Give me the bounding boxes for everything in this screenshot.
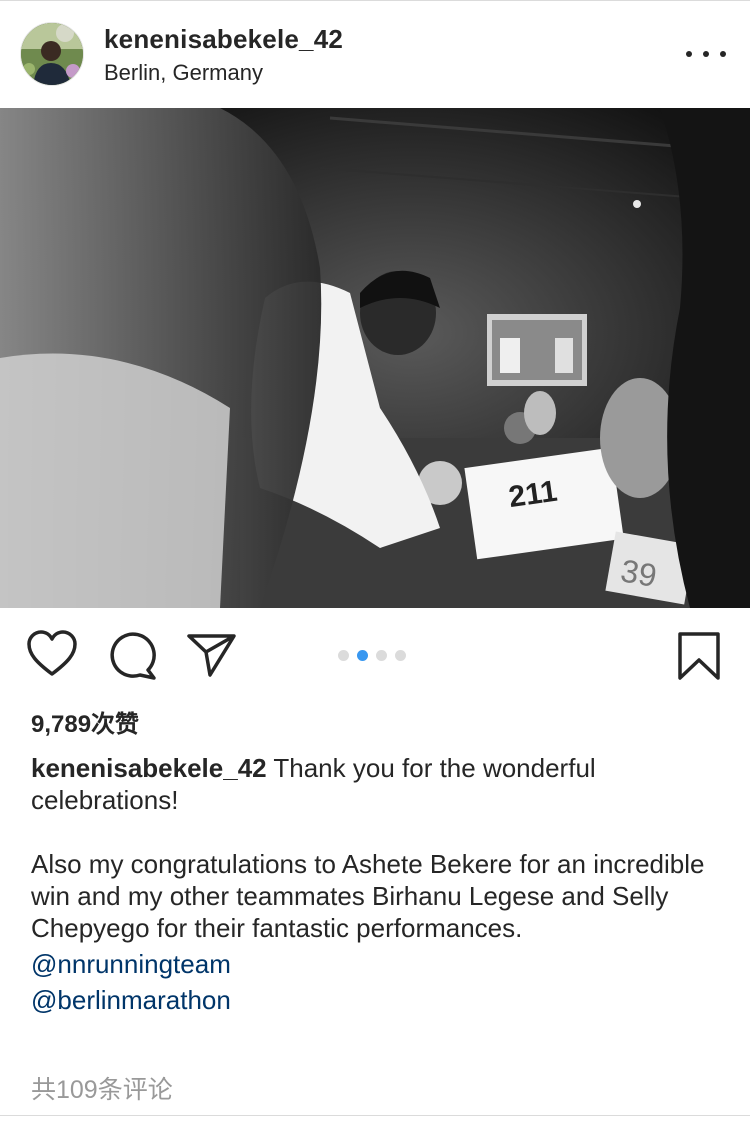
like-count[interactable]: 9,789次赞 (31, 704, 139, 739)
post-location[interactable]: Berlin, Germany (104, 60, 263, 86)
view-comments-link[interactable]: 共109条评论 (31, 1070, 173, 1106)
carousel-dot (338, 650, 349, 661)
mention-link-nnrunningteam[interactable]: @nnrunningteam (31, 946, 721, 982)
carousel-indicator (338, 650, 406, 661)
caption-username[interactable]: kenenisabekele_42 (31, 753, 267, 783)
post-caption: kenenisabekele_42 Thank you for the wond… (31, 752, 721, 1018)
bookmark-icon[interactable] (676, 630, 722, 682)
comment-icon[interactable] (108, 632, 158, 680)
carousel-dot (395, 650, 406, 661)
carousel-dot-active (357, 650, 368, 661)
more-options-icon[interactable] (686, 40, 726, 68)
svg-text:211: 211 (507, 475, 560, 514)
post-username[interactable]: kenenisabekele_42 (104, 24, 343, 55)
post-photo[interactable]: 211 39 (0, 108, 750, 608)
heart-icon[interactable] (26, 630, 78, 678)
mention-link-berlinmarathon[interactable]: @berlinmarathon (31, 982, 721, 1018)
svg-text:39: 39 (618, 552, 659, 594)
share-icon[interactable] (186, 630, 238, 678)
carousel-dot (376, 650, 387, 661)
post-header: kenenisabekele_42 Berlin, Germany (0, 0, 750, 108)
bottom-divider (0, 1115, 750, 1116)
caption-first-paragraph: kenenisabekele_42 Thank you for the wond… (31, 752, 721, 816)
caption-second-paragraph: Also my congratulations to Ashete Bekere… (31, 849, 705, 943)
avatar[interactable] (20, 22, 84, 86)
